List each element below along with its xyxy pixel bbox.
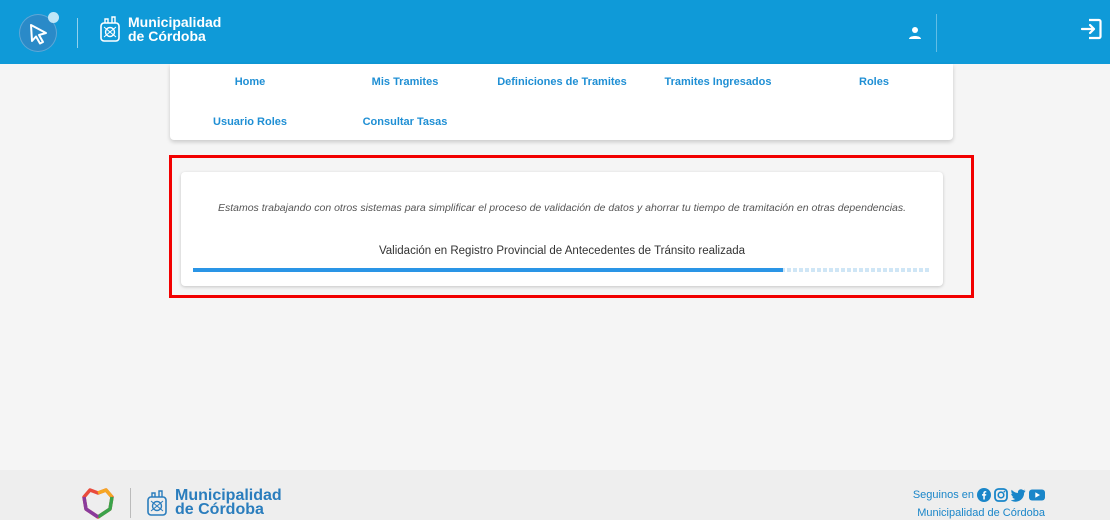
app-cursor-icon [30, 24, 47, 45]
validation-status: Validación en Registro Provincial de Ant… [378, 245, 746, 257]
nav-definiciones-de-tramites[interactable]: Definiciones de Tramites [497, 76, 627, 88]
user-menu-button[interactable] [896, 14, 937, 52]
footer-divider [130, 488, 131, 518]
header-brand[interactable]: Municipalidad de Córdoba [98, 15, 221, 43]
nav-consultar-tasas[interactable]: Consultar Tasas [363, 116, 448, 128]
nav-mis-tramites[interactable]: Mis Tramites [372, 76, 439, 88]
facebook-icon[interactable] [977, 488, 991, 502]
validation-card: Estamos trabajando con otros sistemas pa… [181, 172, 943, 286]
twitter-icon[interactable] [1011, 488, 1026, 502]
social-links: Seguinos en Municipalidad de Córdoba [913, 488, 1045, 519]
footer-brand[interactable]: Municipalidad de Córdoba [78, 487, 282, 519]
municipal-crest-icon [147, 490, 167, 516]
user-icon [909, 27, 921, 39]
footer-brand-label: Municipalidad de Córdoba [175, 487, 282, 518]
logout-icon [1080, 18, 1102, 40]
municipal-crest-icon [100, 16, 120, 42]
follow-label: Seguinos en [912, 489, 974, 501]
logout-button[interactable] [1080, 18, 1102, 45]
top-bar: Municipalidad de Córdoba [0, 0, 1110, 64]
header-divider [77, 18, 78, 48]
progress-bar [193, 268, 930, 272]
nav-roles[interactable]: Roles [859, 76, 889, 88]
nav-tramites-ingresados[interactable]: Tramites Ingresados [665, 76, 772, 88]
progress-bar-fill [193, 268, 783, 272]
nav-home[interactable]: Home [235, 76, 266, 88]
youtube-icon[interactable] [1029, 489, 1045, 501]
footer: Municipalidad de Córdoba Seguinos en Mun… [0, 470, 1110, 520]
header-brand-label: Municipalidad de Córdoba [128, 14, 222, 44]
cordoba-logo-icon [82, 488, 114, 519]
validation-message: Estamos trabajando con otros sistemas pa… [217, 202, 907, 214]
footer-org-link[interactable]: Municipalidad de Córdoba [913, 507, 1045, 519]
app-menu-button[interactable] [19, 12, 59, 52]
main-nav: Home Mis Tramites Definiciones de Tramit… [170, 64, 953, 140]
nav-usuario-roles[interactable]: Usuario Roles [213, 116, 287, 128]
instagram-icon[interactable] [994, 488, 1008, 502]
